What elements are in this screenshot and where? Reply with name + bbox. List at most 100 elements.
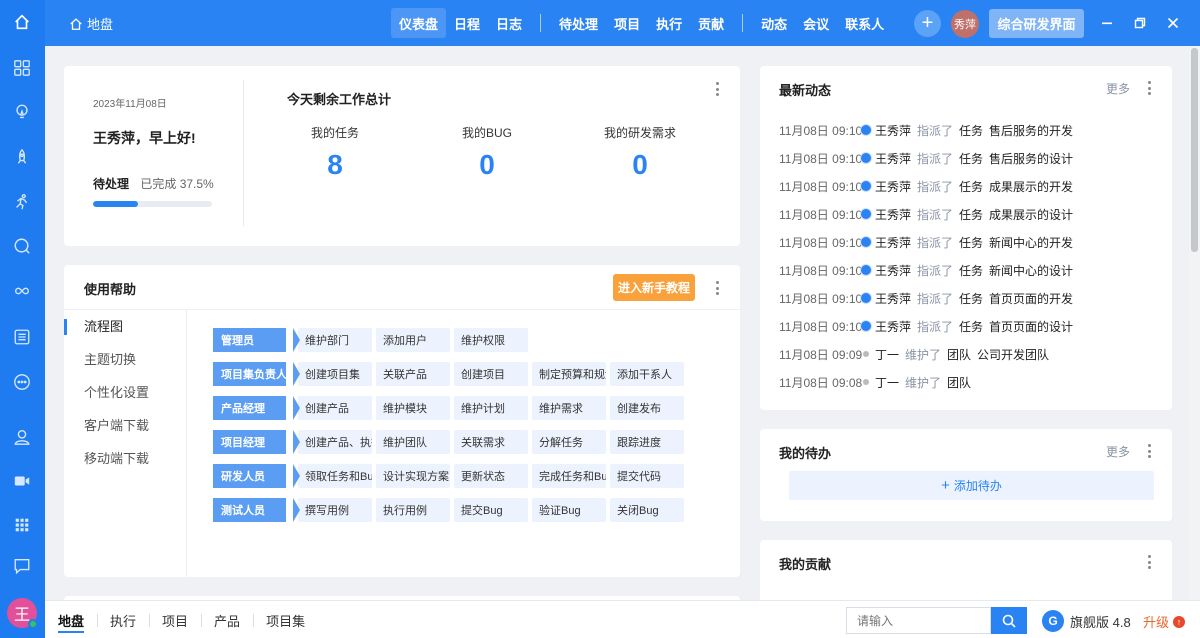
bottom-tab-product[interactable]: 产品 [201, 601, 253, 638]
nav-contacts[interactable]: 联系人 [837, 8, 892, 38]
list-icon[interactable] [12, 327, 32, 347]
flow-step[interactable]: 创建项目 [454, 362, 528, 386]
flow-step[interactable]: 制定预算和规划 [532, 362, 606, 386]
apps-icon[interactable] [12, 515, 32, 535]
card-more-icon[interactable] [1143, 79, 1155, 97]
activity-object-name[interactable]: 公司开发团队 [977, 346, 1049, 363]
flow-step[interactable]: 撰写用例 [298, 498, 372, 522]
page-scrollbar[interactable] [1189, 46, 1200, 600]
breadcrumb[interactable]: 地盘 [69, 14, 113, 33]
activity-object-name[interactable]: 首页页面的开发 [989, 290, 1073, 307]
activity-item[interactable]: 11月08日 09:10 王秀萍 指派了 任务 新闻中心的设计 [779, 256, 1073, 284]
chat-icon[interactable] [12, 556, 32, 576]
minimize-icon[interactable] [1097, 13, 1117, 33]
flow-step[interactable]: 维护部门 [298, 328, 372, 352]
activity-item[interactable]: 11月08日 09:10 王秀萍 指派了 任务 首页页面的设计 [779, 312, 1073, 340]
bottom-tab-program[interactable]: 项目集 [253, 601, 318, 638]
bug-search-icon[interactable] [12, 236, 32, 256]
nav-contribution[interactable]: 贡献 [690, 8, 732, 38]
nav-dynamic[interactable]: 动态 [753, 8, 795, 38]
flow-step[interactable]: 创建产品 [298, 396, 372, 420]
flow-step[interactable]: 完成任务和Bug [532, 464, 606, 488]
activity-item[interactable]: 11月08日 09:10 王秀萍 指派了 任务 新闻中心的开发 [779, 228, 1073, 256]
bottom-tab-home[interactable]: 地盘 [45, 601, 97, 638]
bottom-tab-project[interactable]: 项目 [149, 601, 201, 638]
card-more-icon[interactable] [711, 279, 723, 297]
activity-object-name[interactable]: 售后服务的开发 [989, 122, 1073, 139]
stat-my-tasks[interactable]: 我的任务 8 [275, 124, 395, 181]
flow-step[interactable]: 维护模块 [376, 396, 450, 420]
infinity-icon[interactable] [12, 281, 32, 301]
card-more-icon[interactable] [1143, 442, 1155, 460]
close-icon[interactable] [1163, 13, 1183, 33]
nav-meeting[interactable]: 会议 [795, 8, 837, 38]
search-button[interactable] [991, 607, 1027, 634]
activity-object-name[interactable]: 首页页面的设计 [989, 318, 1073, 335]
activity-item[interactable]: 11月08日 09:10 王秀萍 指派了 任务 首页页面的开发 [779, 284, 1073, 312]
flow-step[interactable]: 验证Bug [532, 498, 606, 522]
flow-step[interactable]: 领取任务和Bug [298, 464, 372, 488]
pending-label[interactable]: 待处理 [93, 177, 129, 191]
flow-step[interactable]: 维护权限 [454, 328, 528, 352]
flow-step[interactable]: 创建项目集 [298, 362, 372, 386]
flow-step[interactable]: 关闭Bug [610, 498, 684, 522]
activity-object-name[interactable]: 成果展示的开发 [989, 178, 1073, 195]
switch-interface-button[interactable]: 综合研发界面 [989, 9, 1084, 38]
activity-object-name[interactable]: 售后服务的设计 [989, 150, 1073, 167]
rocket-icon[interactable] [12, 147, 32, 167]
lightbulb-icon[interactable] [12, 102, 32, 122]
help-menu-flowchart[interactable]: 流程图 [63, 317, 149, 350]
activity-object-name[interactable]: 新闻中心的开发 [989, 234, 1073, 251]
bottom-tab-execution[interactable]: 执行 [97, 601, 149, 638]
help-menu-client-download[interactable]: 客户端下载 [84, 416, 149, 449]
home-icon[interactable] [12, 12, 32, 32]
activity-item[interactable]: 11月08日 09:10 王秀萍 指派了 任务 售后服务的开发 [779, 116, 1073, 144]
nav-execution[interactable]: 执行 [648, 8, 690, 38]
help-menu-theme[interactable]: 主题切换 [84, 350, 149, 383]
restore-icon[interactable] [1130, 13, 1150, 33]
flow-step[interactable]: 跟踪进度 [610, 430, 684, 454]
flow-step[interactable]: 提交Bug [454, 498, 528, 522]
runner-icon[interactable] [12, 192, 32, 212]
more-circle-icon[interactable] [12, 372, 32, 392]
create-plus-button[interactable]: + [914, 10, 941, 37]
activity-item[interactable]: 11月08日 09:09 丁一 维护了 团队 公司开发团队 [779, 340, 1073, 368]
activity-object-name[interactable]: 新闻中心的设计 [989, 262, 1073, 279]
flow-step[interactable]: 添加干系人 [610, 362, 684, 386]
flow-step[interactable]: 添加用户 [376, 328, 450, 352]
scrollbar-thumb[interactable] [1191, 48, 1198, 252]
flow-step[interactable]: 创建发布 [610, 396, 684, 420]
flow-step[interactable]: 维护团队 [376, 430, 450, 454]
flow-step[interactable]: 维护需求 [532, 396, 606, 420]
flow-step[interactable]: 提交代码 [610, 464, 684, 488]
avatar[interactable]: 王 [7, 598, 38, 629]
todo-more-link[interactable]: 更多 [1106, 443, 1130, 460]
flow-step[interactable]: 更新状态 [454, 464, 528, 488]
activity-item[interactable]: 11月08日 09:10 王秀萍 指派了 任务 成果展示的设计 [779, 200, 1073, 228]
user-avatar[interactable]: 秀萍 [951, 10, 979, 38]
activity-object-name[interactable]: 成果展示的设计 [989, 206, 1073, 223]
flow-step[interactable]: 关联需求 [454, 430, 528, 454]
activity-item[interactable]: 11月08日 09:08 丁一 维护了 团队 [779, 368, 1073, 396]
user-icon[interactable] [12, 427, 32, 447]
nav-project[interactable]: 项目 [606, 8, 648, 38]
help-menu-mobile-download[interactable]: 移动端下载 [84, 449, 149, 482]
stat-my-bugs[interactable]: 我的BUG 0 [427, 124, 547, 181]
flow-step[interactable]: 关联产品 [376, 362, 450, 386]
stat-my-stories[interactable]: 我的研发需求 0 [580, 124, 700, 181]
activity-more-link[interactable]: 更多 [1106, 80, 1130, 97]
flow-step[interactable]: 维护计划 [454, 396, 528, 420]
tutorial-button[interactable]: 进入新手教程 [613, 274, 695, 301]
flow-step[interactable]: 执行用例 [376, 498, 450, 522]
card-more-icon[interactable] [711, 80, 723, 98]
card-more-icon[interactable] [1143, 553, 1155, 571]
flow-step[interactable]: 设计实现方案 [376, 464, 450, 488]
help-menu-personalize[interactable]: 个性化设置 [84, 383, 149, 416]
search-input[interactable] [846, 607, 991, 634]
add-todo-button[interactable]: + 添加待办 [789, 471, 1154, 500]
activity-item[interactable]: 11月08日 09:10 王秀萍 指派了 任务 售后服务的设计 [779, 144, 1073, 172]
upgrade-link[interactable]: 升级 ↑ [1143, 612, 1186, 631]
nav-calendar[interactable]: 日程 [446, 8, 488, 38]
flow-step[interactable]: 创建产品、执行 [298, 430, 372, 454]
nav-log[interactable]: 日志 [488, 8, 530, 38]
